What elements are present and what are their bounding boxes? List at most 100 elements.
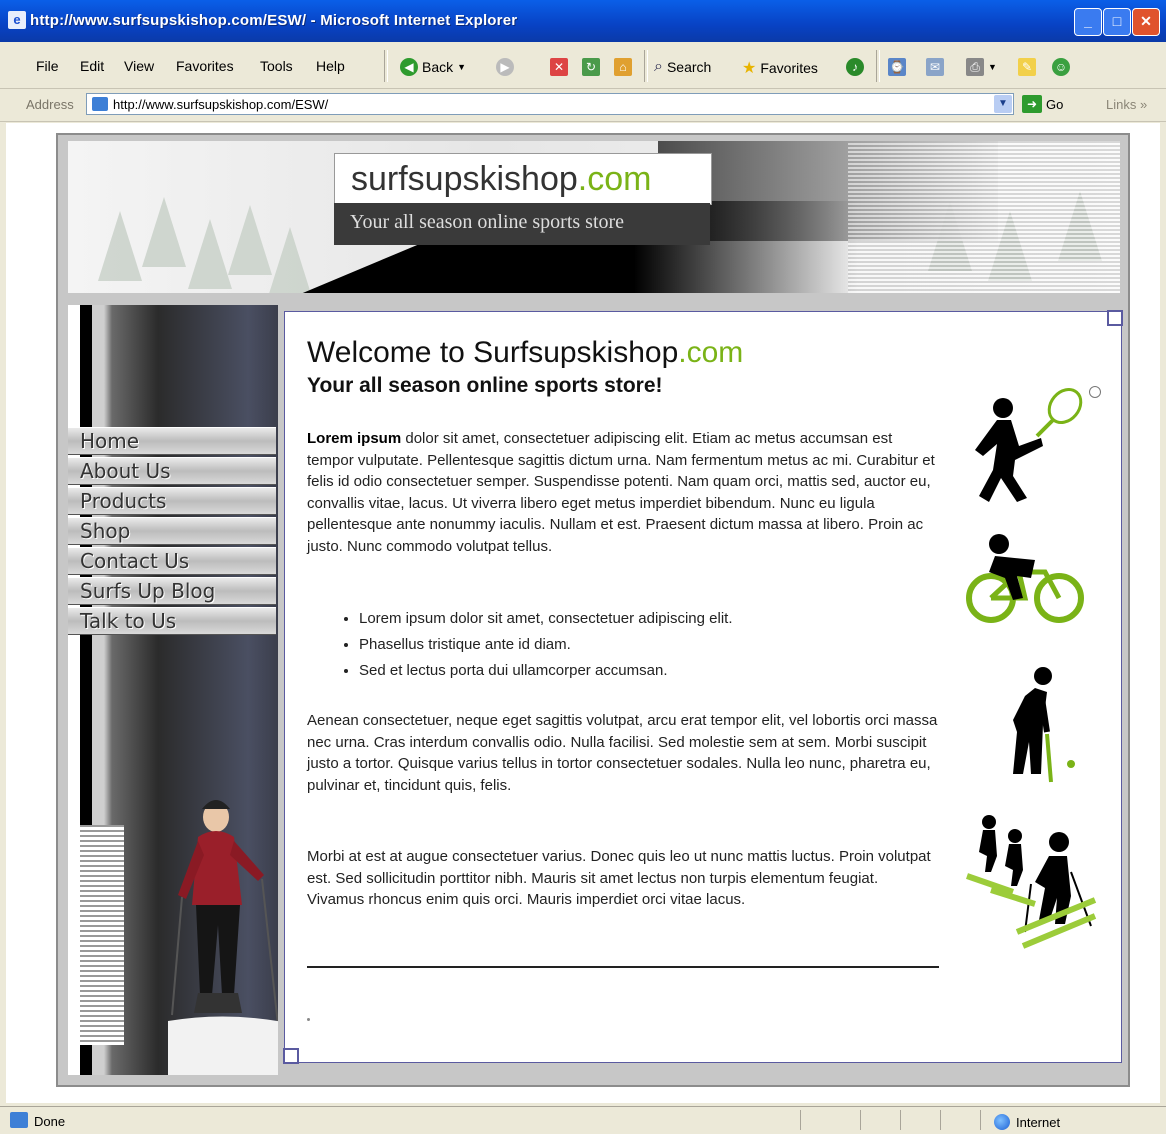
- stop-icon: ✕: [550, 58, 568, 76]
- mail-button[interactable]: ✉: [926, 58, 944, 76]
- close-button[interactable]: ✕: [1132, 8, 1160, 36]
- browser-viewport: surfsupskishop.com Your all season onlin…: [6, 123, 1160, 1103]
- history-button[interactable]: ⌚: [888, 58, 906, 76]
- nav-item-about-us[interactable]: About Us: [68, 457, 276, 485]
- site-frame: surfsupskishop.com Your all season onlin…: [56, 133, 1130, 1087]
- divider: [307, 966, 939, 968]
- toolbar-separator: [384, 50, 388, 82]
- home-button[interactable]: ⌂: [614, 58, 632, 76]
- page-icon: [92, 97, 108, 111]
- nav-label: Surfs Up Blog: [80, 579, 216, 603]
- title-bar: e http://www.surfsupskishop.com/ESW/ - M…: [0, 0, 1166, 42]
- print-button[interactable]: ⎙ ▼: [966, 58, 997, 76]
- back-arrow-icon: ◀: [400, 58, 418, 76]
- dot-decoration: [307, 1018, 310, 1021]
- left-stripes: [80, 825, 124, 1045]
- forward-button[interactable]: ▶: [496, 58, 514, 76]
- nav-label: Contact Us: [80, 549, 190, 573]
- nav-item-contact-us[interactable]: Contact Us: [68, 547, 276, 575]
- go-button[interactable]: ➜ Go: [1022, 95, 1063, 113]
- maximize-button[interactable]: □: [1103, 8, 1131, 36]
- go-label: Go: [1046, 96, 1064, 112]
- messenger-button[interactable]: ☺: [1052, 58, 1070, 76]
- status-panel: [860, 1110, 861, 1130]
- toolbar: File Edit View Favorites Tools Help ◀ Ba…: [0, 42, 1166, 119]
- banner-stripes: [848, 141, 1120, 293]
- menu-help[interactable]: Help: [316, 58, 345, 74]
- window-title: http://www.surfsupskishop.com/ESW/ - Mic…: [30, 12, 518, 29]
- refresh-icon: ↻: [582, 58, 600, 76]
- address-dropdown-button[interactable]: ▼: [994, 95, 1012, 113]
- skier-photo: [168, 800, 278, 1075]
- favorites-label: Favorites: [760, 60, 818, 76]
- page-title: Welcome to Surfsupskishop.com: [307, 336, 743, 370]
- edit-icon: ✎: [1018, 58, 1036, 76]
- left-column: Home About Us Products Shop Contact Us S…: [68, 305, 278, 1075]
- forward-arrow-icon: ▶: [496, 58, 514, 76]
- toolbar-separator: [876, 50, 880, 82]
- cycling-icon: [966, 534, 1084, 623]
- home-icon: ⌂: [614, 58, 632, 76]
- zone-label: Internet: [1016, 1114, 1061, 1130]
- menu-view[interactable]: View: [124, 58, 154, 74]
- nav-item-products[interactable]: Products: [68, 487, 276, 515]
- site-logo[interactable]: surfsupskishop.com: [334, 153, 712, 205]
- logo-name: surfsupskishop: [351, 160, 578, 198]
- bullet-list: Lorem ipsum dolor sit amet, consectetuer…: [341, 606, 959, 684]
- menu-tools[interactable]: Tools: [260, 58, 293, 74]
- back-label: Back: [422, 59, 454, 75]
- address-bar: Address ▼ ➜ Go Links »: [0, 89, 1166, 122]
- status-panel: [900, 1110, 901, 1130]
- nav-item-talk-to-us[interactable]: Talk to Us: [68, 607, 276, 635]
- stop-button[interactable]: ✕: [550, 58, 568, 76]
- menu-file[interactable]: File: [36, 58, 59, 74]
- search-button[interactable]: ⌕ Search: [654, 58, 711, 76]
- tagline-box: Your all season online sports store: [334, 203, 710, 245]
- nav-item-home[interactable]: Home: [68, 427, 276, 455]
- skiing-icon: [966, 815, 1097, 949]
- nav-item-shop[interactable]: Shop: [68, 517, 276, 545]
- search-icon: ⌕: [654, 58, 663, 75]
- address-input[interactable]: [86, 93, 1014, 115]
- page-title-text: Welcome to Surfsupskishop: [307, 336, 679, 369]
- tree-decoration: [268, 227, 312, 293]
- body-paragraph: Aenean consectetuer, neque eget sagittis…: [307, 712, 938, 794]
- menu-favorites[interactable]: Favorites: [176, 58, 234, 74]
- globe-icon: [994, 1114, 1010, 1130]
- frame-corner: [283, 1048, 299, 1064]
- minimize-button[interactable]: _: [1074, 8, 1102, 36]
- address-label: Address: [26, 97, 74, 112]
- nav-label: Home: [80, 429, 140, 453]
- star-icon: ★: [742, 60, 757, 77]
- site-nav: Home About Us Products Shop Contact Us S…: [68, 427, 276, 637]
- media-icon: ♪: [846, 58, 864, 76]
- tennis-icon: [975, 388, 1083, 502]
- dropdown-arrow-icon: ▼: [457, 62, 467, 72]
- nav-item-surfs-up-blog[interactable]: Surfs Up Blog: [68, 577, 276, 605]
- logo-tld: .com: [577, 160, 652, 198]
- page-title-tld: .com: [678, 336, 744, 369]
- security-zone: Internet: [994, 1114, 1060, 1130]
- golf-icon: [1013, 667, 1075, 783]
- history-icon: ⌚: [888, 58, 906, 76]
- page-status-icon: [10, 1112, 28, 1128]
- intro-bold: Lorem ipsum: [307, 430, 402, 447]
- favorites-button[interactable]: ★ Favorites: [742, 58, 818, 78]
- dropdown-arrow-icon: ▼: [988, 62, 997, 72]
- media-button[interactable]: ♪: [846, 58, 864, 76]
- back-button[interactable]: ◀ Back ▼: [400, 58, 466, 76]
- edit-button[interactable]: ✎: [1018, 58, 1036, 76]
- status-panel: [980, 1110, 981, 1130]
- mail-icon: ✉: [926, 58, 944, 76]
- status-bar: Done Internet: [0, 1106, 1166, 1134]
- menu-edit[interactable]: Edit: [80, 58, 104, 74]
- nav-label: About Us: [80, 459, 171, 483]
- status-panel: [800, 1110, 801, 1130]
- intro-text: dolor sit amet, consectetuer adipiscing …: [307, 430, 935, 555]
- list-item: Lorem ipsum dolor sit amet, consectetuer…: [359, 606, 959, 632]
- tree-decoration: [188, 219, 232, 289]
- nav-label: Products: [80, 489, 167, 513]
- refresh-button[interactable]: ↻: [582, 58, 600, 76]
- logo-text: surfsupskishop.com: [351, 160, 651, 199]
- links-button[interactable]: Links »: [1106, 97, 1147, 112]
